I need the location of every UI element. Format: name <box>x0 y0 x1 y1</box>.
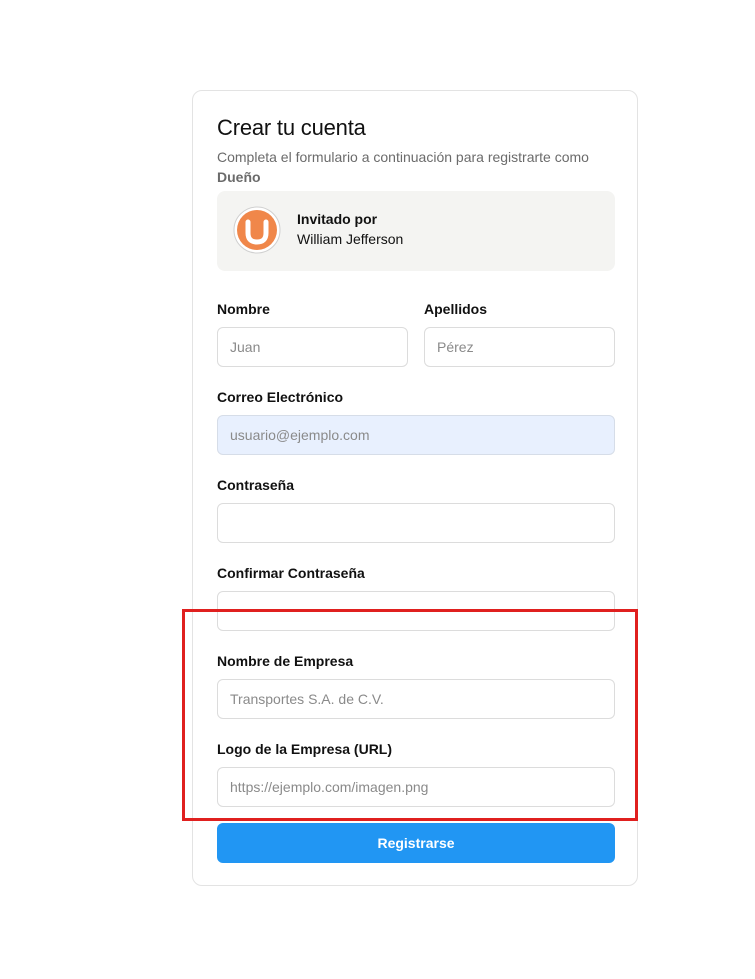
last-name-input[interactable] <box>424 327 615 367</box>
page-subtitle: Completa el formulario a continuación pa… <box>217 147 617 187</box>
first-name-label: Nombre <box>217 301 270 317</box>
email-label: Correo Electrónico <box>217 389 344 405</box>
register-button[interactable]: Registrarse <box>217 823 615 863</box>
password-input[interactable] <box>217 503 615 543</box>
subtitle-text: Completa el formulario a continuación pa… <box>217 149 589 165</box>
password-label: Contraseña <box>217 477 295 493</box>
confirm-password-label: Confirmar Contraseña <box>217 565 365 581</box>
company-name-label: Nombre de Empresa <box>217 653 354 669</box>
email-input[interactable] <box>217 415 615 455</box>
signup-card: Crear tu cuenta Completa el formulario a… <box>192 90 638 886</box>
confirm-password-input[interactable] <box>217 591 615 631</box>
inviter-name: William Jefferson <box>297 231 404 247</box>
role-name: Dueño <box>217 169 261 185</box>
first-name-input[interactable] <box>217 327 408 367</box>
invite-info: Invitado por William Jefferson <box>297 209 403 249</box>
last-name-label: Apellidos <box>424 301 488 317</box>
company-logo-url-input[interactable] <box>217 767 615 807</box>
company-name-input[interactable] <box>217 679 615 719</box>
orange-u-logo-icon <box>233 206 281 254</box>
invited-by-label: Invitado por <box>297 211 378 227</box>
invitation-box: Invitado por William Jefferson <box>217 191 615 271</box>
company-logo-label: Logo de la Empresa (URL) <box>217 741 393 757</box>
page-title: Crear tu cuenta <box>217 115 366 140</box>
